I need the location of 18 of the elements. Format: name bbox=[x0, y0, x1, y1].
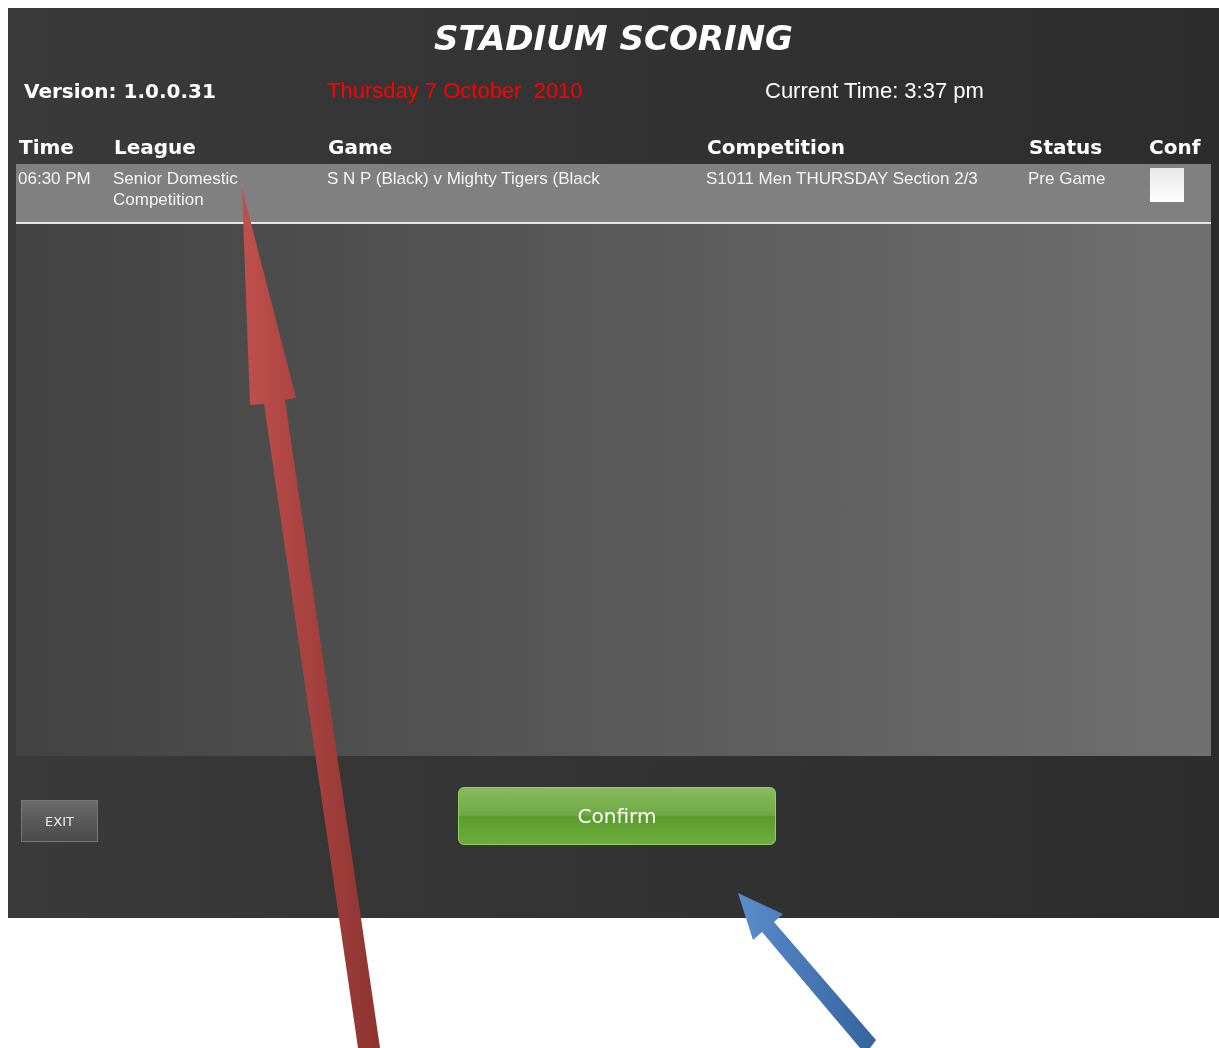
table-cell-text: 06:30 PM bbox=[17, 168, 92, 190]
column-header: Time bbox=[18, 135, 75, 161]
table-cell-text: S N P (Black) v Mighty Tigers (Black bbox=[326, 168, 601, 190]
column-header: League bbox=[113, 135, 197, 161]
table-cell-text: Senior Domestic Competition bbox=[112, 168, 239, 211]
table-row[interactable]: 06:30 PM Senior Domestic Competition S N P (Black) v Mighty Tigers (Black S1011 Men THURSDAY Section 2/3 Pre Game bbox=[16, 164, 1211, 224]
current-time-label: Current Time: 3:37 pm bbox=[765, 78, 984, 104]
column-header: Conf bbox=[1148, 135, 1202, 161]
column-header: Competition bbox=[706, 135, 846, 161]
version-label: Version: 1.0.0.31 bbox=[23, 79, 217, 103]
app-title: STADIUM SCORING bbox=[432, 17, 794, 60]
column-header: Game bbox=[327, 135, 394, 161]
exit-button[interactable]: EXIT bbox=[21, 800, 98, 842]
table-cell-text: S1011 Men THURSDAY Section 2/3 bbox=[705, 168, 979, 190]
table-cell-text: Pre Game bbox=[1027, 168, 1107, 190]
date-label: Thursday 7 October 2010 bbox=[327, 78, 584, 104]
confirm-button[interactable]: Confirm bbox=[458, 787, 776, 845]
column-header: Status bbox=[1028, 135, 1104, 161]
